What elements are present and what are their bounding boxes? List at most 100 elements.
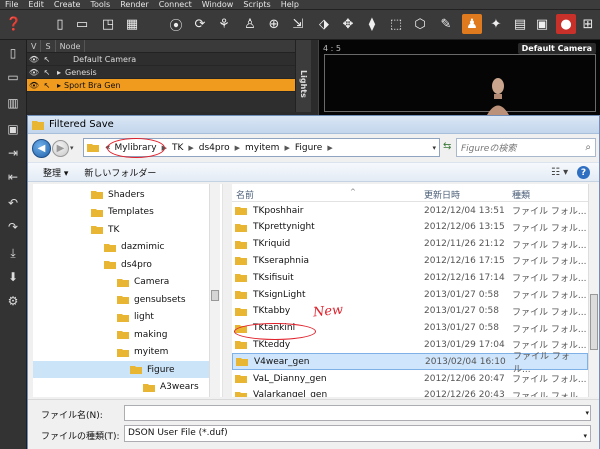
tree-scrollbar[interactable] xyxy=(209,184,220,397)
file-row[interactable]: Valarkangel_gen 2012/12/26 20:43 ファイル フォル.… xyxy=(232,387,588,397)
edit-tool-icon[interactable]: ▤ xyxy=(510,14,530,34)
eye-icon[interactable]: 👁 xyxy=(27,81,41,90)
tree-item[interactable]: TK xyxy=(91,221,119,238)
file-row[interactable]: TKsignLight 2013/01/27 0:58 ファイル フォル... xyxy=(232,286,588,303)
gear-icon[interactable]: ⚙ xyxy=(4,292,22,310)
file-list[interactable]: 名前 ^ 更新日時 種類 TKposhhair 2012/12/04 13:51 フ… xyxy=(232,184,588,397)
save-file-icon[interactable]: ▣ xyxy=(4,120,22,138)
expand-arrow-icon[interactable]: ▸ xyxy=(57,81,61,90)
chevron-down-icon[interactable]: ▾ xyxy=(583,429,587,444)
tree-item[interactable]: Shaders xyxy=(91,186,145,203)
geometry-tool-icon[interactable]: ⬡ xyxy=(410,14,430,34)
new-file-icon[interactable]: ▯ xyxy=(4,44,22,62)
breadcrumb-sep-icon[interactable]: ▶ xyxy=(281,144,292,152)
help-icon[interactable]: ? xyxy=(577,166,590,179)
node-tool-icon[interactable]: ⚘ xyxy=(214,14,234,34)
recent-pages-dropdown[interactable]: ▾ xyxy=(70,144,74,152)
pan-tool-icon[interactable]: ⇲ xyxy=(288,14,308,34)
scale-tool-icon[interactable]: ⬗ xyxy=(314,14,334,34)
column-date[interactable]: 更新日時 xyxy=(424,188,460,201)
file-row[interactable]: TKprettynight 2012/12/06 13:15 ファイル フォル... xyxy=(232,219,588,236)
breadcrumb-sep-icon[interactable]: ▶ xyxy=(324,144,335,152)
menu-help[interactable]: Help xyxy=(276,0,304,9)
target-tool-icon[interactable]: ⊕ xyxy=(264,14,284,34)
breadcrumb-mylibrary[interactable]: Mylibrary xyxy=(106,137,165,158)
breadcrumb-ds4pro[interactable]: ds4pro xyxy=(197,143,232,153)
pose-tool-icon[interactable]: ♙ xyxy=(240,14,260,34)
breadcrumb-sep-icon[interactable]: ▶ xyxy=(232,144,243,152)
organize-button[interactable]: 整理 ▾ xyxy=(43,166,68,179)
drop-to-floor-icon[interactable]: ⤓ xyxy=(4,244,22,262)
file-list-scrollbar[interactable] xyxy=(588,184,599,397)
col-visible[interactable]: V xyxy=(27,40,42,52)
file-row[interactable]: TKposhhair 2012/12/04 13:51 ファイル フォル... xyxy=(232,202,588,219)
import-icon[interactable]: ⇥ xyxy=(4,144,22,162)
file-row[interactable]: TKsifisuit 2012/12/16 17:14 ファイル フォル... xyxy=(232,269,588,286)
address-bar[interactable]: « Mylibrary ▶ TK ▶ ds4pro ▶ myitem ▶ Fig… xyxy=(83,137,440,158)
filename-field[interactable] xyxy=(124,405,591,421)
tree-item[interactable]: Templates xyxy=(91,204,154,221)
open-file-icon[interactable]: ▭ xyxy=(4,68,22,86)
stop-icon[interactable]: ● xyxy=(556,14,576,34)
menu-file[interactable]: File xyxy=(0,0,23,9)
dialog-titlebar[interactable]: Filtered Save xyxy=(28,116,599,134)
tree-item[interactable]: making xyxy=(117,326,167,343)
tree-item[interactable]: A3wears xyxy=(143,379,199,396)
scene-row[interactable]: 👁 ↖ ▸ Genesis xyxy=(27,66,295,79)
region-tool-icon[interactable]: ✎ xyxy=(436,14,456,34)
tree-item[interactable]: dazmimic xyxy=(104,239,164,256)
navigation-tree[interactable]: Shaders Templates TK dazmimic ds4pro Camera ge… xyxy=(33,184,223,397)
scene-row[interactable]: 👁 ↖ Default Camera xyxy=(27,53,295,66)
tree-item[interactable]: Figure xyxy=(33,361,211,378)
view-options-icon[interactable]: ☷ ▾ xyxy=(551,167,568,178)
breadcrumb-figure[interactable]: Figure xyxy=(293,143,324,153)
file-row[interactable]: TKriquid 2012/11/26 21:12 ファイル フォル... xyxy=(232,236,588,253)
render-icon[interactable]: ◳ xyxy=(98,14,118,34)
file-row[interactable]: TKtabby 2013/01/27 0:58 ファイル フォル... xyxy=(232,303,588,320)
col-node[interactable]: Node xyxy=(56,40,86,52)
breadcrumb-myitem[interactable]: myitem xyxy=(243,143,281,153)
menu-create[interactable]: Create xyxy=(49,0,86,9)
tree-item[interactable]: ds4pro xyxy=(104,256,152,273)
back-button[interactable]: ◀ xyxy=(32,138,51,158)
joint-tool-icon[interactable]: ⧫ xyxy=(362,14,382,34)
rotate-tool-icon[interactable]: ⟳ xyxy=(190,14,210,34)
merge-file-icon[interactable]: ▥ xyxy=(4,94,22,112)
refresh-icon[interactable]: ⇆ xyxy=(443,141,451,152)
select-arrow-icon[interactable]: ↖ xyxy=(41,81,53,90)
breadcrumb-sep-icon[interactable]: ▶ xyxy=(185,144,196,152)
menu-connect[interactable]: Connect xyxy=(154,0,197,9)
search-input[interactable]: Figureの検索 ⌕ xyxy=(456,138,596,157)
viewport[interactable]: 4 : 5 Default Camera xyxy=(318,40,600,115)
open-scene-icon[interactable]: ▭ xyxy=(72,14,92,34)
camera-selector[interactable]: Default Camera xyxy=(517,43,596,54)
select-arrow-icon[interactable]: ↖ xyxy=(41,55,53,64)
file-row-selected[interactable]: V4wear_gen 2013/02/04 16:10 ファイル フォル... xyxy=(232,352,588,375)
figure-pick-icon[interactable]: ♟ xyxy=(462,14,482,34)
tree-item[interactable]: light xyxy=(117,309,154,326)
render-settings-icon[interactable]: ▦ xyxy=(122,14,142,34)
column-type[interactable]: 種類 xyxy=(512,188,530,201)
menu-edit[interactable]: Edit xyxy=(23,0,49,9)
col-selectable[interactable]: S xyxy=(41,40,56,52)
arrow-down-icon[interactable]: ⬇ xyxy=(4,268,22,286)
menu-tools[interactable]: Tools xyxy=(85,0,115,9)
filename-dropdown-icon[interactable]: ▾ xyxy=(585,409,589,417)
file-row[interactable]: VaL_Dianny_gen 2012/12/06 20:47 ファイル フォル..… xyxy=(232,370,588,387)
search-icon[interactable]: ⌕ xyxy=(585,142,591,153)
new-folder-button[interactable]: 新しいフォルダー xyxy=(84,166,156,179)
tree-scroll-thumb[interactable] xyxy=(211,290,219,301)
translate-tool-icon[interactable]: ✥ xyxy=(338,14,358,34)
lights-tab[interactable]: Lights xyxy=(295,40,311,112)
menu-scripts[interactable]: Scripts xyxy=(238,0,275,9)
content-library-icon[interactable]: ▣ xyxy=(532,14,552,34)
layout-icon[interactable]: ⊞ xyxy=(578,14,598,34)
select-arrow-icon[interactable]: ↖ xyxy=(41,68,53,77)
expand-arrow-icon[interactable]: ▸ xyxy=(57,68,61,77)
spot-render-icon[interactable]: ✦ xyxy=(486,14,506,34)
filetype-select[interactable]: DSON User File (*.duf) ▾ xyxy=(124,425,591,442)
tree-item[interactable]: Camera xyxy=(117,274,169,291)
menu-window[interactable]: Window xyxy=(197,0,239,9)
address-history-dropdown[interactable]: ▾ xyxy=(432,144,436,152)
new-scene-icon[interactable]: ▯ xyxy=(50,14,70,34)
